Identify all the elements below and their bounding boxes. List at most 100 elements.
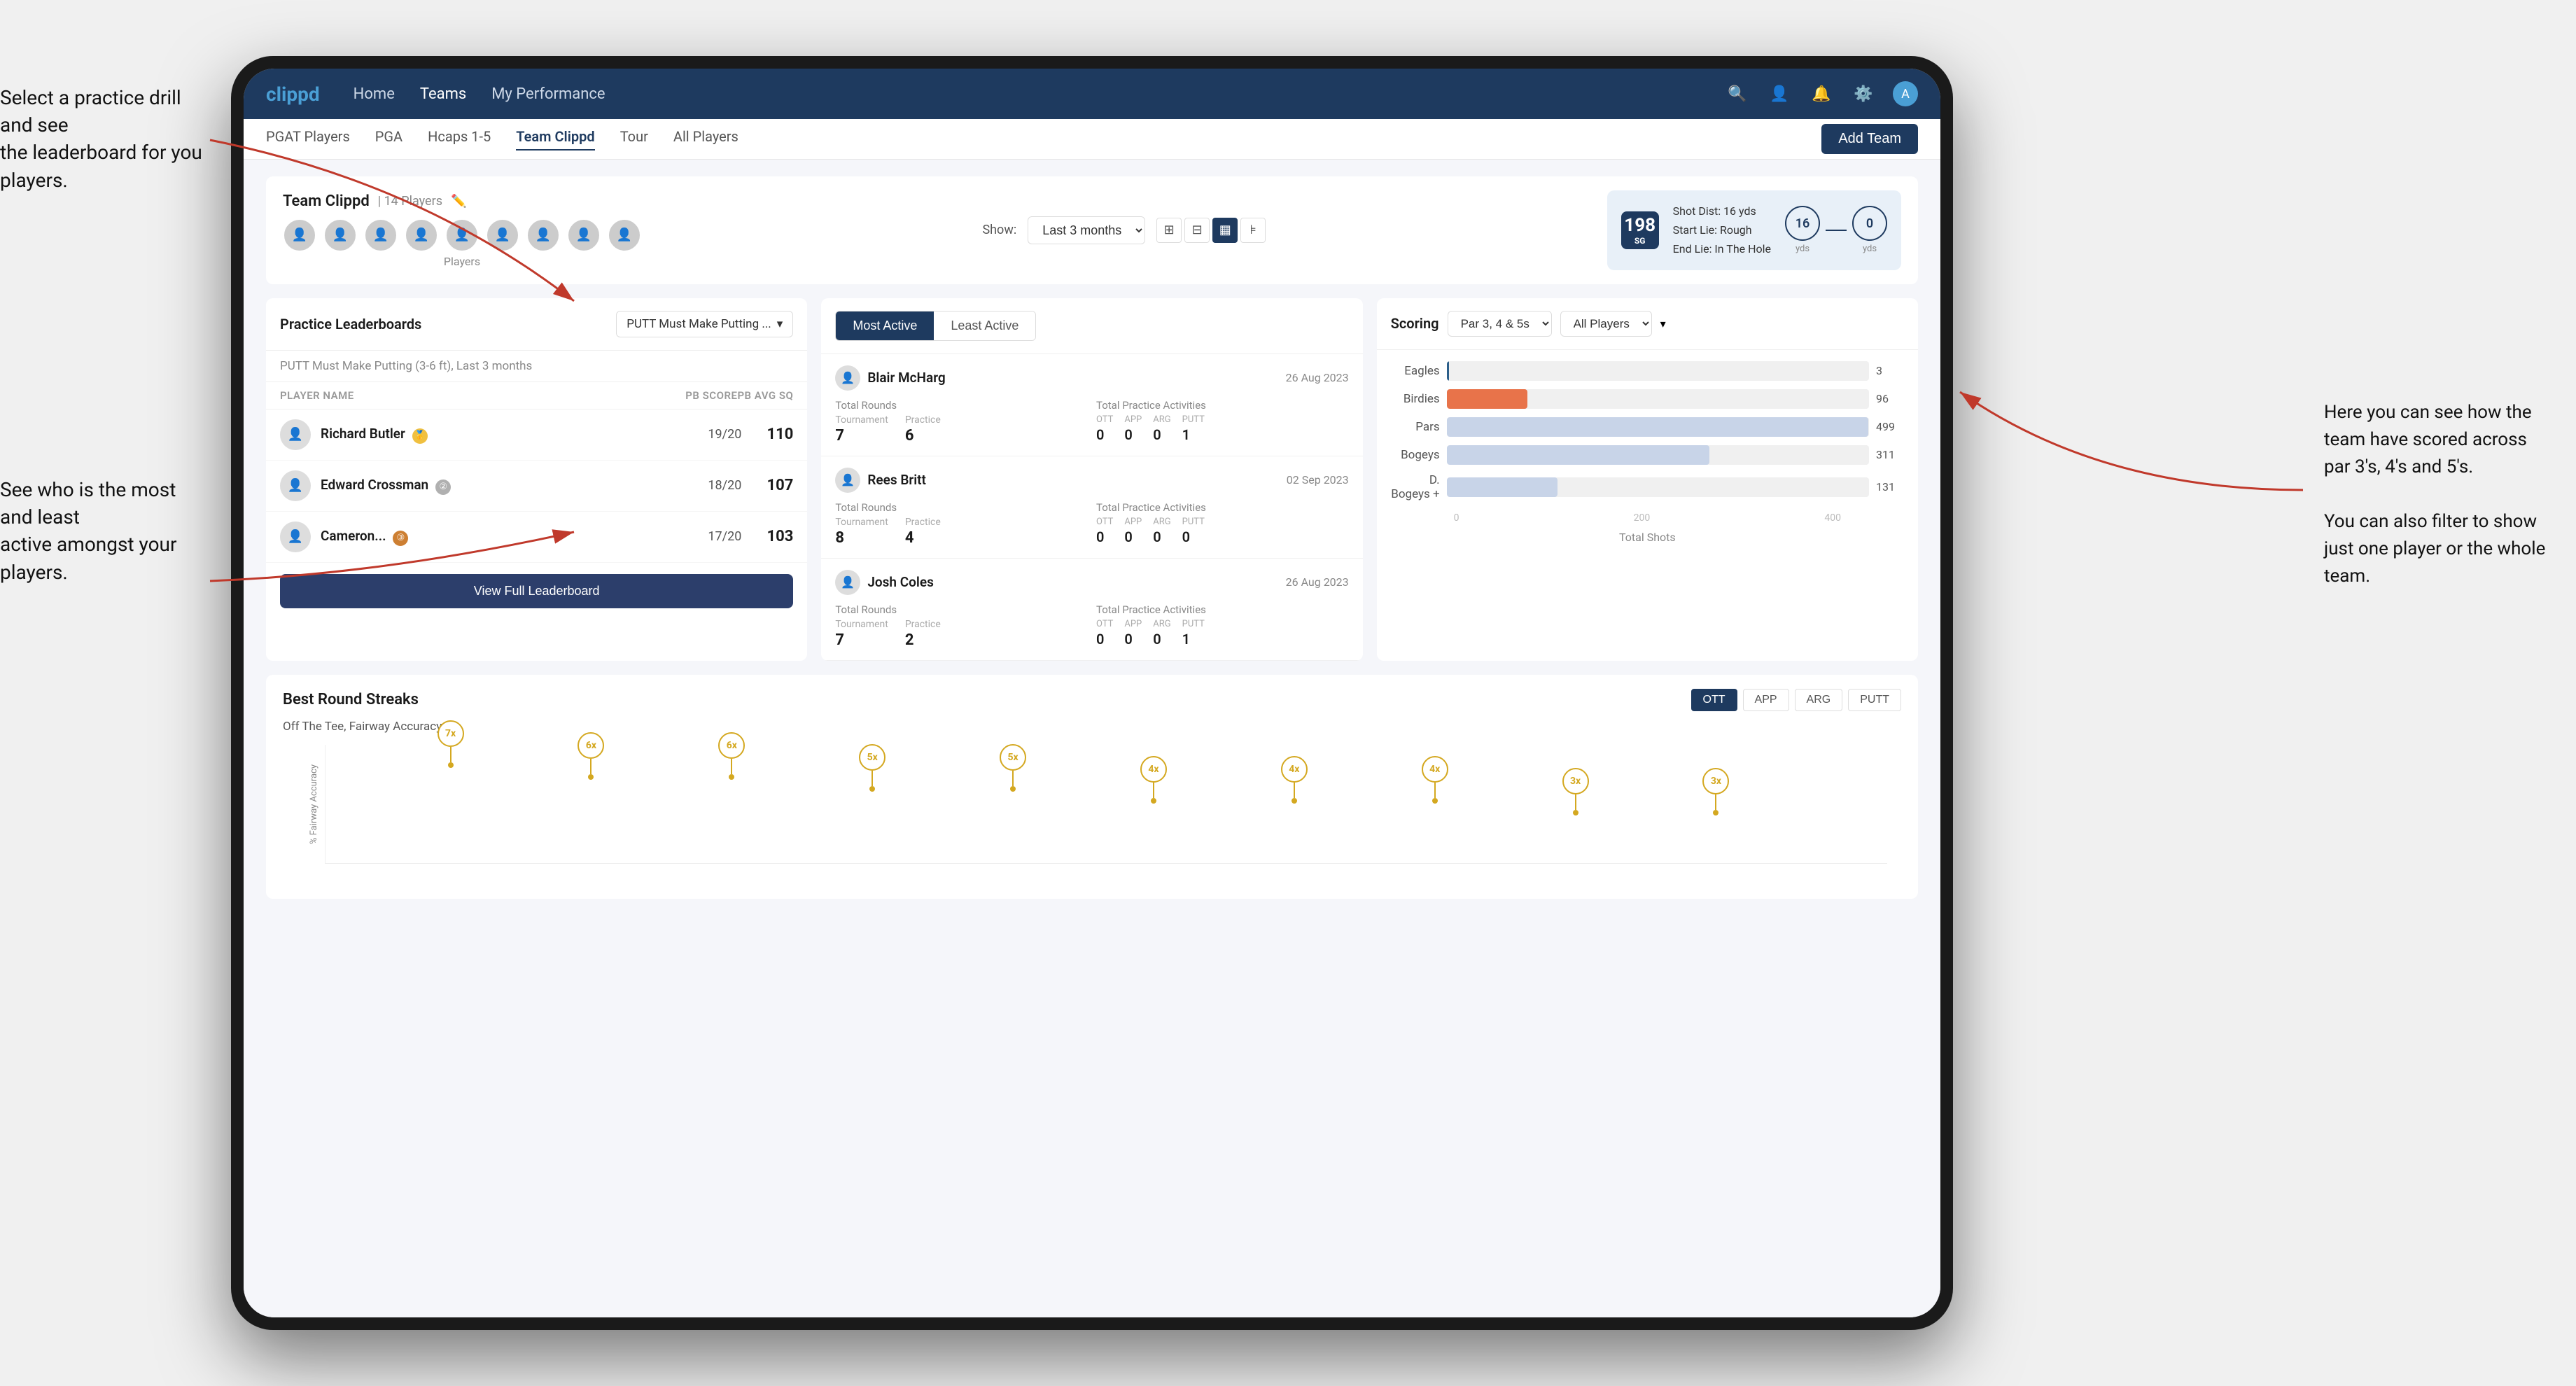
streak-bubble: 4x xyxy=(1422,756,1448,783)
chart-x-label: Total Shots xyxy=(1391,526,1904,552)
pac-stats-3: Total Rounds Tournament 7 Practice 2 xyxy=(835,603,1348,649)
streak-line xyxy=(731,759,732,774)
streak-line xyxy=(590,759,592,774)
streak-line xyxy=(450,747,451,762)
tablet-screen: clippd Home Teams My Performance 🔍 👤 🔔 ⚙… xyxy=(244,69,1940,1317)
lb-info-2: Edward Crossman ② xyxy=(321,477,698,495)
pac-ott-2: OTT 0 xyxy=(1096,517,1113,545)
bar-row: Bogeys 311 xyxy=(1391,445,1904,465)
players-filter-select[interactable]: All Players xyxy=(1560,311,1652,337)
streaks-header: Best Round Streaks OTT APP ARG PUTT xyxy=(283,689,1901,711)
streak-point: 3x xyxy=(1562,768,1589,816)
players-label: Players xyxy=(283,255,641,268)
bar-value: 96 xyxy=(1876,392,1904,405)
most-active-toggle[interactable]: Most Active xyxy=(836,312,934,340)
tab-arg[interactable]: ARG xyxy=(1795,689,1843,711)
pac-app-2: APP 0 xyxy=(1124,517,1142,545)
avatar-4[interactable]: 👤 xyxy=(405,218,438,252)
bell-icon[interactable]: 🔔 xyxy=(1809,81,1834,106)
subnav-all-players[interactable]: All Players xyxy=(673,128,738,150)
avatar-2[interactable]: 👤 xyxy=(323,218,357,252)
pac-stat-row-2: Tournament 8 Practice 4 xyxy=(835,517,1088,547)
panel-subtitle: PUTT Must Make Putting (3-6 ft), Last 3 … xyxy=(266,351,807,382)
avatar-8[interactable]: 👤 xyxy=(567,218,601,252)
avatar-6[interactable]: 👤 xyxy=(486,218,519,252)
avatar-9[interactable]: 👤 xyxy=(608,218,641,252)
shot-circle-2: 0 xyxy=(1852,206,1887,241)
avatar-1[interactable]: 👤 xyxy=(283,218,316,252)
pac-activities-group-2: Total Practice Activities OTT 0 APP 0 xyxy=(1096,501,1349,547)
subnav-tour[interactable]: Tour xyxy=(620,128,648,150)
subnav-team-clippd[interactable]: Team Clippd xyxy=(516,128,594,150)
chart-x-axis: 0 200 400 xyxy=(1391,510,1904,526)
edit-icon[interactable]: ✏️ xyxy=(451,194,466,209)
add-team-button[interactable]: Add Team xyxy=(1821,124,1918,154)
view-card-btn[interactable]: ▦ xyxy=(1212,218,1238,243)
subnav-pga[interactable]: PGA xyxy=(375,128,402,150)
bar-label: Bogeys xyxy=(1391,448,1440,462)
settings-icon[interactable]: ⚙️ xyxy=(1851,81,1876,106)
app-logo: clippd xyxy=(266,83,320,106)
avatar-7[interactable]: 👤 xyxy=(526,218,560,252)
tab-ott[interactable]: OTT xyxy=(1691,689,1737,711)
subnav-pgat-players[interactable]: PGAT Players xyxy=(266,128,350,150)
search-icon[interactable]: 🔍 xyxy=(1725,81,1750,106)
nav-myperformance[interactable]: My Performance xyxy=(491,85,605,103)
annotation-bottom-left: See who is the most and leastactive amon… xyxy=(0,476,210,586)
pac-practice-col-2: Practice 4 xyxy=(905,517,941,547)
view-full-leaderboard-button[interactable]: View Full Leaderboard xyxy=(280,574,793,608)
view-grid-btn[interactable]: ⊞ xyxy=(1156,218,1182,243)
silver-badge: ② xyxy=(435,479,451,495)
tab-putt[interactable]: PUTT xyxy=(1848,689,1901,711)
avatar-5[interactable]: 👤 xyxy=(445,218,479,252)
leaderboard-header: PLAYER NAME PB SCORE PB AVG SQ xyxy=(266,382,807,410)
show-period-select[interactable]: Last 3 months xyxy=(1028,216,1145,244)
pac-tournament-col-2: Tournament 8 xyxy=(835,517,888,547)
streak-dot xyxy=(448,762,454,768)
least-active-toggle[interactable]: Least Active xyxy=(934,312,1035,340)
practice-leaderboards-panel: Practice Leaderboards PUTT Must Make Put… xyxy=(266,298,807,661)
streak-dot xyxy=(729,774,734,780)
streak-line xyxy=(872,771,873,786)
bar-row: Birdies 96 xyxy=(1391,389,1904,409)
lb-info-3: Cameron... ③ xyxy=(321,528,698,546)
player-avatars-container: 👤 👤 👤 👤 👤 👤 👤 👤 👤 Players xyxy=(283,218,641,268)
users-icon[interactable]: 👤 xyxy=(1767,81,1792,106)
pac-activities-3: OTT 0 APP 0 ARG 0 xyxy=(1096,619,1349,648)
nav-home[interactable]: Home xyxy=(354,85,395,103)
pac-arg-3: ARG 0 xyxy=(1153,619,1170,648)
streak-bubble: 5x xyxy=(859,744,886,771)
view-settings-btn[interactable]: ⊧ xyxy=(1240,218,1266,243)
avatar-3[interactable]: 👤 xyxy=(364,218,398,252)
view-list-btn[interactable]: ⊟ xyxy=(1184,218,1210,243)
streaks-tabs: OTT APP ARG PUTT xyxy=(1691,689,1901,711)
streak-point: 4x xyxy=(1281,756,1308,804)
bar-fill xyxy=(1447,361,1450,381)
pac-header-3: 👤 Josh Coles 26 Aug 2023 xyxy=(835,570,1348,595)
team-count: | 14 Players xyxy=(378,194,442,209)
navbar: clippd Home Teams My Performance 🔍 👤 🔔 ⚙… xyxy=(244,69,1940,119)
streaks-title: Best Round Streaks xyxy=(283,691,419,708)
team-controls: Show: Last 3 months ⊞ ⊟ ▦ ⊧ xyxy=(982,216,1266,244)
nav-teams[interactable]: Teams xyxy=(420,85,466,103)
pac-name-row-2: 👤 Rees Britt xyxy=(835,468,926,493)
panels-row: Practice Leaderboards PUTT Must Make Put… xyxy=(266,298,1918,661)
par-filter-select[interactable]: Par 3, 4 & 5s xyxy=(1448,311,1552,337)
pac-ott-3: OTT 0 xyxy=(1096,619,1113,648)
streak-dot xyxy=(588,774,594,780)
streak-line xyxy=(1012,771,1014,786)
bar-fill xyxy=(1447,477,1558,497)
drill-selector[interactable]: PUTT Must Make Putting ... ▾ xyxy=(616,311,793,337)
pac-ott: OTT 0 xyxy=(1096,414,1113,443)
streak-point: 5x xyxy=(1000,744,1026,792)
tab-app[interactable]: APP xyxy=(1743,689,1789,711)
subnav-hcaps[interactable]: Hcaps 1-5 xyxy=(428,128,491,150)
streak-point: 4x xyxy=(1422,756,1448,804)
bar-label: D. Bogeys + xyxy=(1391,473,1440,501)
user-avatar[interactable]: A xyxy=(1893,81,1918,106)
practice-leaderboards-title: Practice Leaderboards xyxy=(280,316,421,332)
panel-header-leaderboards: Practice Leaderboards PUTT Must Make Put… xyxy=(266,298,807,351)
bar-label: Pars xyxy=(1391,420,1440,434)
streak-bubble: 4x xyxy=(1281,756,1308,783)
table-row: 👤 Edward Crossman ② 18/20 107 xyxy=(266,461,807,512)
